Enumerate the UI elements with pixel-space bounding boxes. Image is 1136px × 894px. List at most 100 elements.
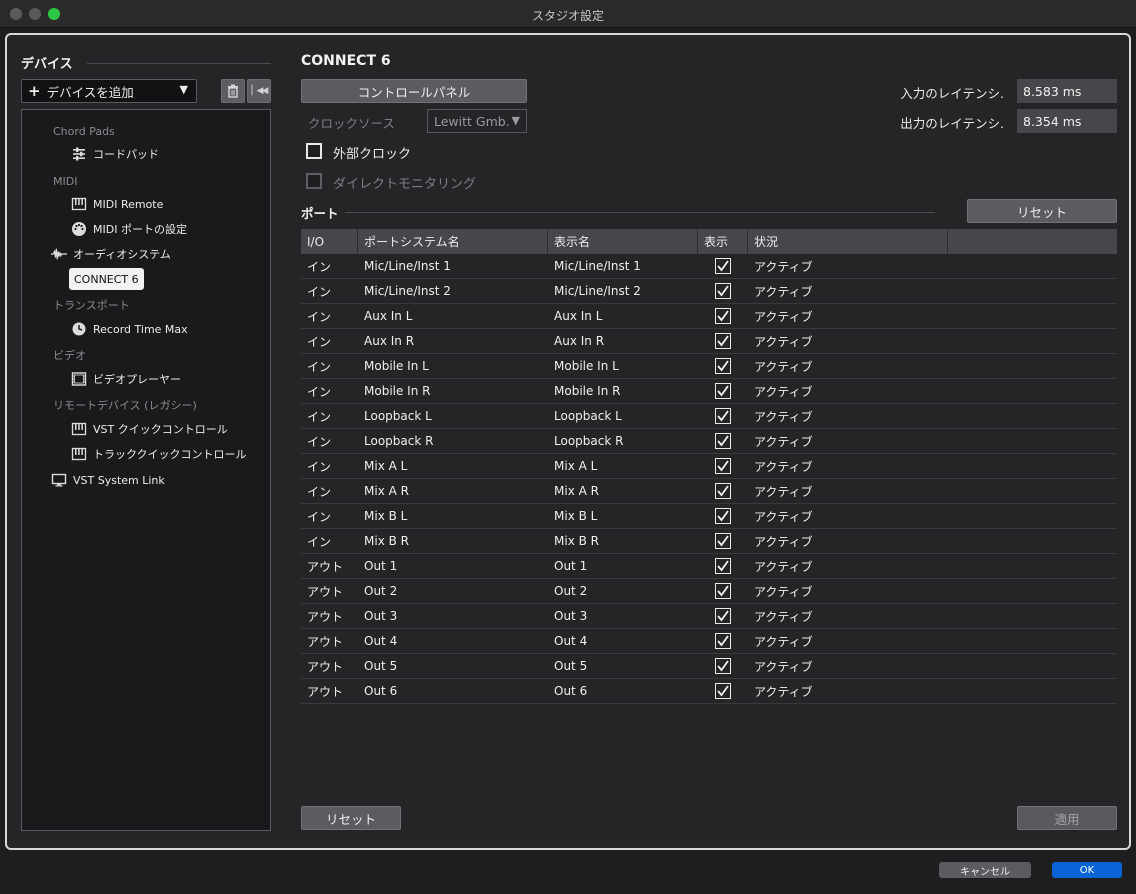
checkmark-icon — [717, 435, 729, 447]
tree-item[interactable]: オーディオシステム — [51, 243, 171, 265]
visible-checkbox[interactable] — [715, 533, 731, 549]
io-cell: アウト — [307, 684, 344, 699]
display-name-cell[interactable]: Aux In R — [548, 329, 698, 353]
table-row[interactable]: イン Mic/Line/Inst 2 Mic/Line/Inst 2 アクティブ — [301, 279, 1117, 304]
cancel-button[interactable]: キャンセル — [939, 862, 1031, 878]
column-header-status[interactable]: 状況 — [748, 229, 948, 254]
table-row[interactable]: イン Mix B L Mix B L アクティブ — [301, 504, 1117, 529]
column-header-display-name[interactable]: 表示名 — [548, 229, 698, 254]
bottom-reset-button[interactable]: リセット — [301, 806, 401, 830]
io-cell: イン — [307, 334, 332, 349]
display-name-cell[interactable]: Mix B R — [548, 529, 698, 553]
tree-item[interactable]: トラッククイックコントロール — [71, 443, 247, 465]
tree-item[interactable]: VST System Link — [51, 469, 165, 491]
delete-device-button[interactable] — [221, 79, 245, 103]
visible-checkbox[interactable] — [715, 633, 731, 649]
clock-source-label: クロックソース — [308, 116, 395, 131]
table-row[interactable]: アウト Out 6 Out 6 アクティブ — [301, 679, 1117, 704]
io-cell: アウト — [307, 559, 344, 574]
system-name-cell: Mix A L — [364, 459, 408, 473]
column-header-system-name[interactable]: ポートシステム名 — [358, 229, 548, 254]
tree-item[interactable]: Record Time Max — [71, 318, 188, 340]
direct-monitoring-checkbox[interactable] — [306, 173, 322, 189]
ports-reset-button[interactable]: リセット — [967, 199, 1117, 223]
display-name-cell[interactable]: Loopback R — [548, 429, 698, 453]
visible-checkbox[interactable] — [715, 558, 731, 574]
display-name-cell[interactable]: Mobile In R — [548, 379, 698, 403]
visible-cell — [698, 454, 748, 478]
checkmark-icon — [717, 360, 729, 372]
display-name-cell[interactable]: Mix A R — [548, 479, 698, 503]
visible-checkbox[interactable] — [715, 508, 731, 524]
display-name-cell[interactable]: Out 4 — [548, 629, 698, 653]
display-name-cell[interactable]: Out 2 — [548, 579, 698, 603]
visible-checkbox[interactable] — [715, 333, 731, 349]
system-name-cell: Mobile In R — [364, 384, 431, 398]
table-row[interactable]: アウト Out 3 Out 3 アクティブ — [301, 604, 1117, 629]
table-row[interactable]: アウト Out 1 Out 1 アクティブ — [301, 554, 1117, 579]
display-name-cell[interactable]: Mobile In L — [548, 354, 698, 378]
ok-button[interactable]: OK — [1052, 862, 1122, 878]
table-row[interactable]: イン Mix A L Mix A L アクティブ — [301, 454, 1117, 479]
visible-checkbox[interactable] — [715, 683, 731, 699]
visible-checkbox[interactable] — [715, 283, 731, 299]
reset-device-button[interactable]: ▏◀◀ — [247, 79, 271, 103]
add-device-dropdown[interactable]: + デバイスを追加 ▼ — [21, 79, 197, 103]
display-name-cell[interactable]: Out 6 — [548, 679, 698, 703]
visible-checkbox[interactable] — [715, 308, 731, 324]
external-clock-checkbox[interactable] — [306, 143, 322, 159]
devices-heading: デバイス — [21, 57, 73, 72]
visible-checkbox[interactable] — [715, 583, 731, 599]
clock-source-select[interactable]: Lewitt Gmb. ▼ — [427, 109, 527, 133]
table-row[interactable]: イン Aux In R Aux In R アクティブ — [301, 329, 1117, 354]
visible-checkbox[interactable] — [715, 408, 731, 424]
visible-checkbox[interactable] — [715, 483, 731, 499]
table-row[interactable]: イン Mix A R Mix A R アクティブ — [301, 479, 1117, 504]
column-header-io[interactable]: I/O — [301, 229, 358, 254]
tree-item[interactable]: CONNECT 6 — [69, 268, 144, 290]
table-row[interactable]: アウト Out 4 Out 4 アクティブ — [301, 629, 1117, 654]
visible-checkbox[interactable] — [715, 358, 731, 374]
visible-cell — [698, 429, 748, 453]
visible-checkbox[interactable] — [715, 258, 731, 274]
tree-item[interactable]: MIDI ポートの設定 — [71, 218, 187, 240]
visible-checkbox[interactable] — [715, 658, 731, 674]
tree-item[interactable]: コードパッド — [71, 143, 159, 165]
control-panel-button[interactable]: コントロールパネル — [301, 79, 527, 103]
display-name-cell[interactable]: Mix B L — [548, 504, 698, 528]
display-name-cell[interactable]: Mic/Line/Inst 2 — [548, 279, 698, 303]
display-name-cell[interactable]: Out 3 — [548, 604, 698, 628]
visible-checkbox[interactable] — [715, 608, 731, 624]
io-cell: イン — [307, 359, 332, 374]
table-row[interactable]: イン Loopback L Loopback L アクティブ — [301, 404, 1117, 429]
display-name-cell[interactable]: Mix A L — [548, 454, 698, 478]
table-row[interactable]: イン Loopback R Loopback R アクティブ — [301, 429, 1117, 454]
display-name-cell[interactable]: Out 5 — [548, 654, 698, 678]
visible-checkbox[interactable] — [715, 433, 731, 449]
display-name-cell[interactable]: Aux In L — [548, 304, 698, 328]
display-name-cell[interactable]: Mic/Line/Inst 1 — [548, 254, 698, 278]
tree-item[interactable]: VST クイックコントロール — [71, 418, 228, 440]
display-name-cell[interactable]: Loopback L — [548, 404, 698, 428]
visible-checkbox[interactable] — [715, 458, 731, 474]
visible-cell — [698, 304, 748, 328]
window-title: スタジオ設定 — [531, 9, 604, 23]
empty-cell — [948, 579, 1117, 603]
tree-item[interactable]: MIDI Remote — [71, 193, 163, 215]
table-row[interactable]: イン Mobile In L Mobile In L アクティブ — [301, 354, 1117, 379]
table-row[interactable]: イン Mix B R Mix B R アクティブ — [301, 529, 1117, 554]
apply-button[interactable]: 適用 — [1017, 806, 1117, 830]
table-row[interactable]: アウト Out 5 Out 5 アクティブ — [301, 654, 1117, 679]
checkmark-icon — [717, 660, 729, 672]
table-row[interactable]: イン Mic/Line/Inst 1 Mic/Line/Inst 1 アクティブ — [301, 254, 1117, 279]
io-cell: イン — [307, 284, 332, 299]
io-cell: アウト — [307, 634, 344, 649]
table-row[interactable]: アウト Out 2 Out 2 アクティブ — [301, 579, 1117, 604]
column-header-visible[interactable]: 表示 — [698, 229, 748, 254]
tree-item[interactable]: ビデオプレーヤー — [71, 368, 181, 390]
status-cell: アクティブ — [754, 584, 813, 599]
table-row[interactable]: イン Aux In L Aux In L アクティブ — [301, 304, 1117, 329]
visible-checkbox[interactable] — [715, 383, 731, 399]
table-row[interactable]: イン Mobile In R Mobile In R アクティブ — [301, 379, 1117, 404]
display-name-cell[interactable]: Out 1 — [548, 554, 698, 578]
